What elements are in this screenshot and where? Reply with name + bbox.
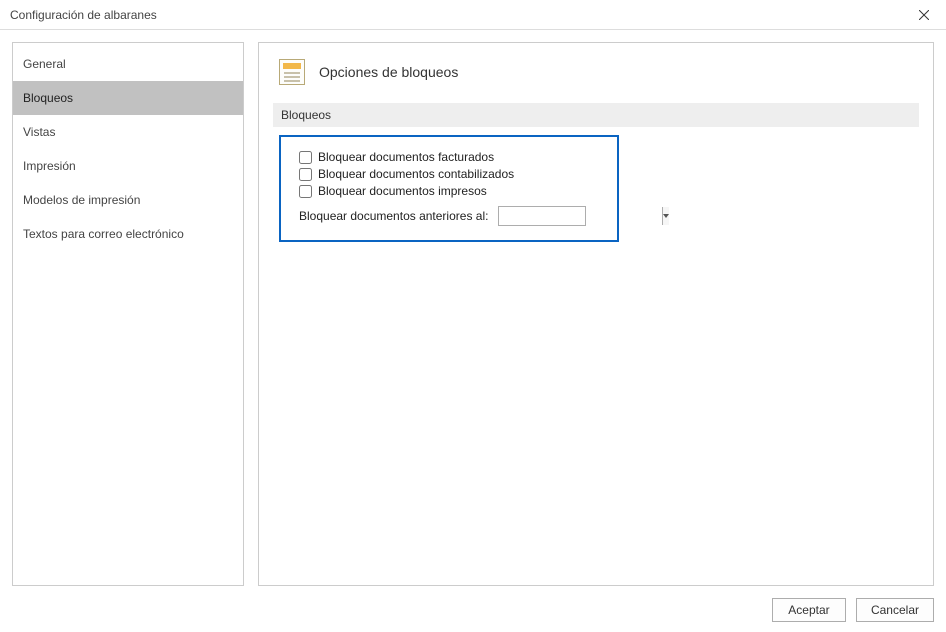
sidebar-item-impresion[interactable]: Impresión [13, 149, 243, 183]
sidebar-item-label: Textos para correo electrónico [23, 227, 184, 241]
sidebar-item-modelos-impresion[interactable]: Modelos de impresión [13, 183, 243, 217]
date-field-anteriores-al[interactable] [498, 206, 586, 226]
document-options-icon [279, 59, 305, 85]
sidebar-item-label: Modelos de impresión [23, 193, 140, 207]
chevron-down-icon [663, 214, 669, 218]
page-header: Opciones de bloqueos [279, 59, 919, 85]
sidebar-item-label: General [23, 57, 66, 71]
options-group-bloqueos: Bloquear documentos facturados Bloquear … [279, 135, 619, 242]
dialog-footer: Aceptar Cancelar [772, 598, 934, 622]
checkbox-label: Bloquear documentos facturados [318, 150, 494, 164]
checkbox-input[interactable] [299, 168, 312, 181]
sidebar: General Bloqueos Vistas Impresión Modelo… [12, 42, 244, 586]
sidebar-item-vistas[interactable]: Vistas [13, 115, 243, 149]
checkbox-bloquear-facturados[interactable]: Bloquear documentos facturados [299, 150, 599, 164]
checkbox-bloquear-contabilizados[interactable]: Bloquear documentos contabilizados [299, 167, 599, 181]
sidebar-item-label: Vistas [23, 125, 55, 139]
date-label: Bloquear documentos anteriores al: [299, 209, 488, 223]
window-title: Configuración de albaranes [10, 8, 157, 22]
titlebar: Configuración de albaranes [0, 0, 946, 30]
checkbox-label: Bloquear documentos impresos [318, 184, 487, 198]
checkbox-bloquear-impresos[interactable]: Bloquear documentos impresos [299, 184, 599, 198]
cancel-button[interactable]: Cancelar [856, 598, 934, 622]
section-header-bloqueos: Bloqueos [273, 103, 919, 127]
date-row-anteriores-al: Bloquear documentos anteriores al: [299, 206, 599, 226]
sidebar-item-bloqueos[interactable]: Bloqueos [13, 81, 243, 115]
page-title: Opciones de bloqueos [319, 64, 458, 80]
sidebar-item-label: Impresión [23, 159, 76, 173]
close-icon [919, 10, 929, 20]
close-button[interactable] [901, 0, 946, 30]
body-area: General Bloqueos Vistas Impresión Modelo… [0, 30, 946, 586]
date-dropdown-button[interactable] [662, 207, 669, 225]
sidebar-item-label: Bloqueos [23, 91, 73, 105]
accept-button[interactable]: Aceptar [772, 598, 846, 622]
checkbox-label: Bloquear documentos contabilizados [318, 167, 514, 181]
date-input[interactable] [499, 207, 662, 225]
checkbox-input[interactable] [299, 185, 312, 198]
sidebar-item-textos-correo[interactable]: Textos para correo electrónico [13, 217, 243, 251]
checkbox-input[interactable] [299, 151, 312, 164]
content-panel: Opciones de bloqueos Bloqueos Bloquear d… [258, 42, 934, 586]
sidebar-item-general[interactable]: General [13, 47, 243, 81]
